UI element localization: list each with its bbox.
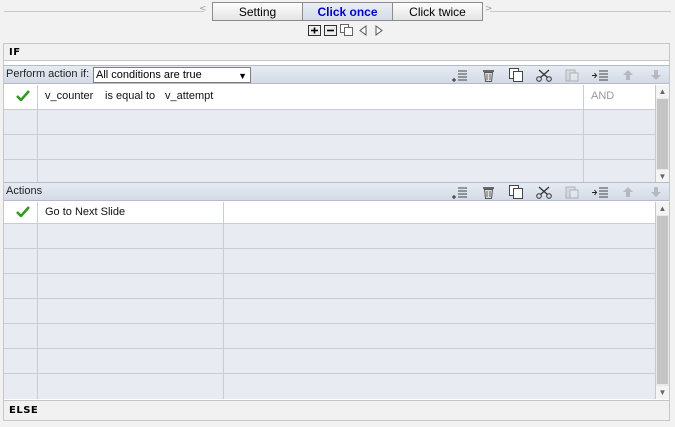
tab-divider-right (490, 11, 671, 12)
remove-icon[interactable] (324, 24, 337, 36)
action-name-cell[interactable] (38, 374, 224, 399)
tab-scroll-right-icon[interactable]: > (485, 4, 493, 14)
action-name-cell[interactable] (38, 299, 224, 323)
action-name-cell[interactable] (38, 249, 224, 273)
if-toolbar: Perform action if: All conditions are tr… (4, 65, 669, 84)
scroll-down-icon[interactable]: ▼ (656, 386, 669, 399)
scroll-up-icon[interactable]: ▲ (656, 85, 669, 98)
checkmark-icon (16, 90, 30, 104)
indent-icon[interactable] (589, 67, 611, 83)
checkmark-icon (16, 206, 30, 220)
actions-toolbar-icons (449, 184, 673, 200)
condition-variable[interactable]: v_counter (45, 90, 93, 102)
condition-mode-dropdown[interactable]: All conditions are true ▼ (93, 67, 251, 83)
move-down-icon[interactable] (645, 184, 667, 200)
condition-mode-value: All conditions are true (96, 69, 202, 81)
actions-label: Actions (6, 185, 43, 197)
actions-toolbar: Actions (4, 182, 669, 201)
condition-row[interactable] (4, 135, 655, 160)
next-icon[interactable] (372, 24, 385, 36)
if-header: IF (4, 44, 669, 61)
condition-row[interactable] (4, 160, 655, 183)
condition-expression-cell[interactable]: v_counter is equal to v_attempt (38, 85, 584, 109)
paste-icon[interactable] (561, 67, 583, 83)
prev-icon[interactable] (356, 24, 369, 36)
conditions-grid: v_counter is equal to v_attempt AND (4, 85, 655, 183)
insert-row-icon[interactable] (449, 184, 471, 200)
action-name-cell[interactable] (38, 349, 224, 373)
action-name-cell[interactable] (38, 224, 224, 248)
copy-icon[interactable] (505, 184, 527, 200)
condition-row[interactable]: v_counter is equal to v_attempt AND (4, 85, 655, 110)
action-check-cell[interactable] (4, 249, 38, 273)
cut-icon[interactable] (533, 184, 555, 200)
copy-icon[interactable] (505, 67, 527, 83)
move-down-icon[interactable] (645, 67, 667, 83)
paste-icon[interactable] (561, 184, 583, 200)
delete-icon[interactable] (477, 67, 499, 83)
move-up-icon[interactable] (617, 67, 639, 83)
action-check-cell[interactable] (4, 349, 38, 373)
action-name-cell[interactable] (38, 274, 224, 298)
chevron-down-icon: ▼ (238, 71, 247, 81)
perform-action-label: Perform action if: (6, 68, 90, 80)
add-icon[interactable] (308, 24, 321, 36)
condition-expression-cell[interactable] (38, 135, 584, 159)
action-row[interactable] (4, 274, 655, 299)
action-row[interactable] (4, 349, 655, 374)
condition-expression-cell[interactable] (38, 110, 584, 134)
condition-value[interactable]: v_attempt (165, 90, 213, 102)
action-row[interactable]: Go to Next Slide (4, 202, 655, 224)
state-nav-icons (308, 24, 385, 36)
tab-setting[interactable]: Setting (212, 2, 303, 21)
tab-click-once[interactable]: Click once (302, 2, 393, 21)
action-name-cell[interactable]: Go to Next Slide (38, 202, 224, 223)
tab-scroll-left-icon[interactable]: < (199, 4, 207, 14)
action-check-cell[interactable] (4, 299, 38, 323)
action-name[interactable]: Go to Next Slide (45, 206, 125, 218)
tab-click-twice[interactable]: Click twice (392, 2, 483, 21)
condition-logic: AND (591, 90, 615, 102)
action-check-cell[interactable] (4, 224, 38, 248)
scroll-thumb[interactable] (657, 216, 668, 384)
scroll-up-icon[interactable]: ▲ (656, 202, 669, 215)
move-up-icon[interactable] (617, 184, 639, 200)
cut-icon[interactable] (533, 67, 555, 83)
condition-logic-cell[interactable]: AND (584, 85, 655, 109)
copy-icon[interactable] (340, 24, 353, 36)
indent-icon[interactable] (589, 184, 611, 200)
conditions-scrollbar[interactable]: ▲ ▼ (655, 85, 669, 183)
action-check-cell[interactable] (4, 202, 38, 223)
action-row[interactable] (4, 224, 655, 249)
actions-grid: Go to Next Slide (4, 202, 655, 399)
advanced-actions-panel: IF Perform action if: All conditions are… (3, 43, 670, 421)
condition-operator[interactable]: is equal to (105, 90, 155, 102)
else-header[interactable]: ELSE (4, 400, 669, 420)
condition-check-cell[interactable] (4, 160, 38, 183)
condition-check-cell[interactable] (4, 85, 38, 109)
action-row[interactable] (4, 324, 655, 349)
scroll-thumb[interactable] (657, 99, 668, 169)
action-check-cell[interactable] (4, 324, 38, 348)
action-row[interactable] (4, 249, 655, 274)
action-check-cell[interactable] (4, 274, 38, 298)
if-toolbar-icons (449, 67, 673, 83)
insert-row-icon[interactable] (449, 67, 471, 83)
actions-scrollbar[interactable]: ▲ ▼ (655, 202, 669, 399)
delete-icon[interactable] (477, 184, 499, 200)
condition-expression-cell[interactable] (38, 160, 584, 183)
tab-divider-left (4, 11, 204, 12)
condition-check-cell[interactable] (4, 135, 38, 159)
action-row[interactable] (4, 299, 655, 324)
condition-row[interactable] (4, 110, 655, 135)
condition-check-cell[interactable] (4, 110, 38, 134)
action-row[interactable] (4, 374, 655, 399)
tab-strip: Setting Click once Click twice (212, 2, 483, 21)
action-target-cell[interactable] (224, 202, 655, 223)
action-check-cell[interactable] (4, 374, 38, 399)
action-name-cell[interactable] (38, 324, 224, 348)
